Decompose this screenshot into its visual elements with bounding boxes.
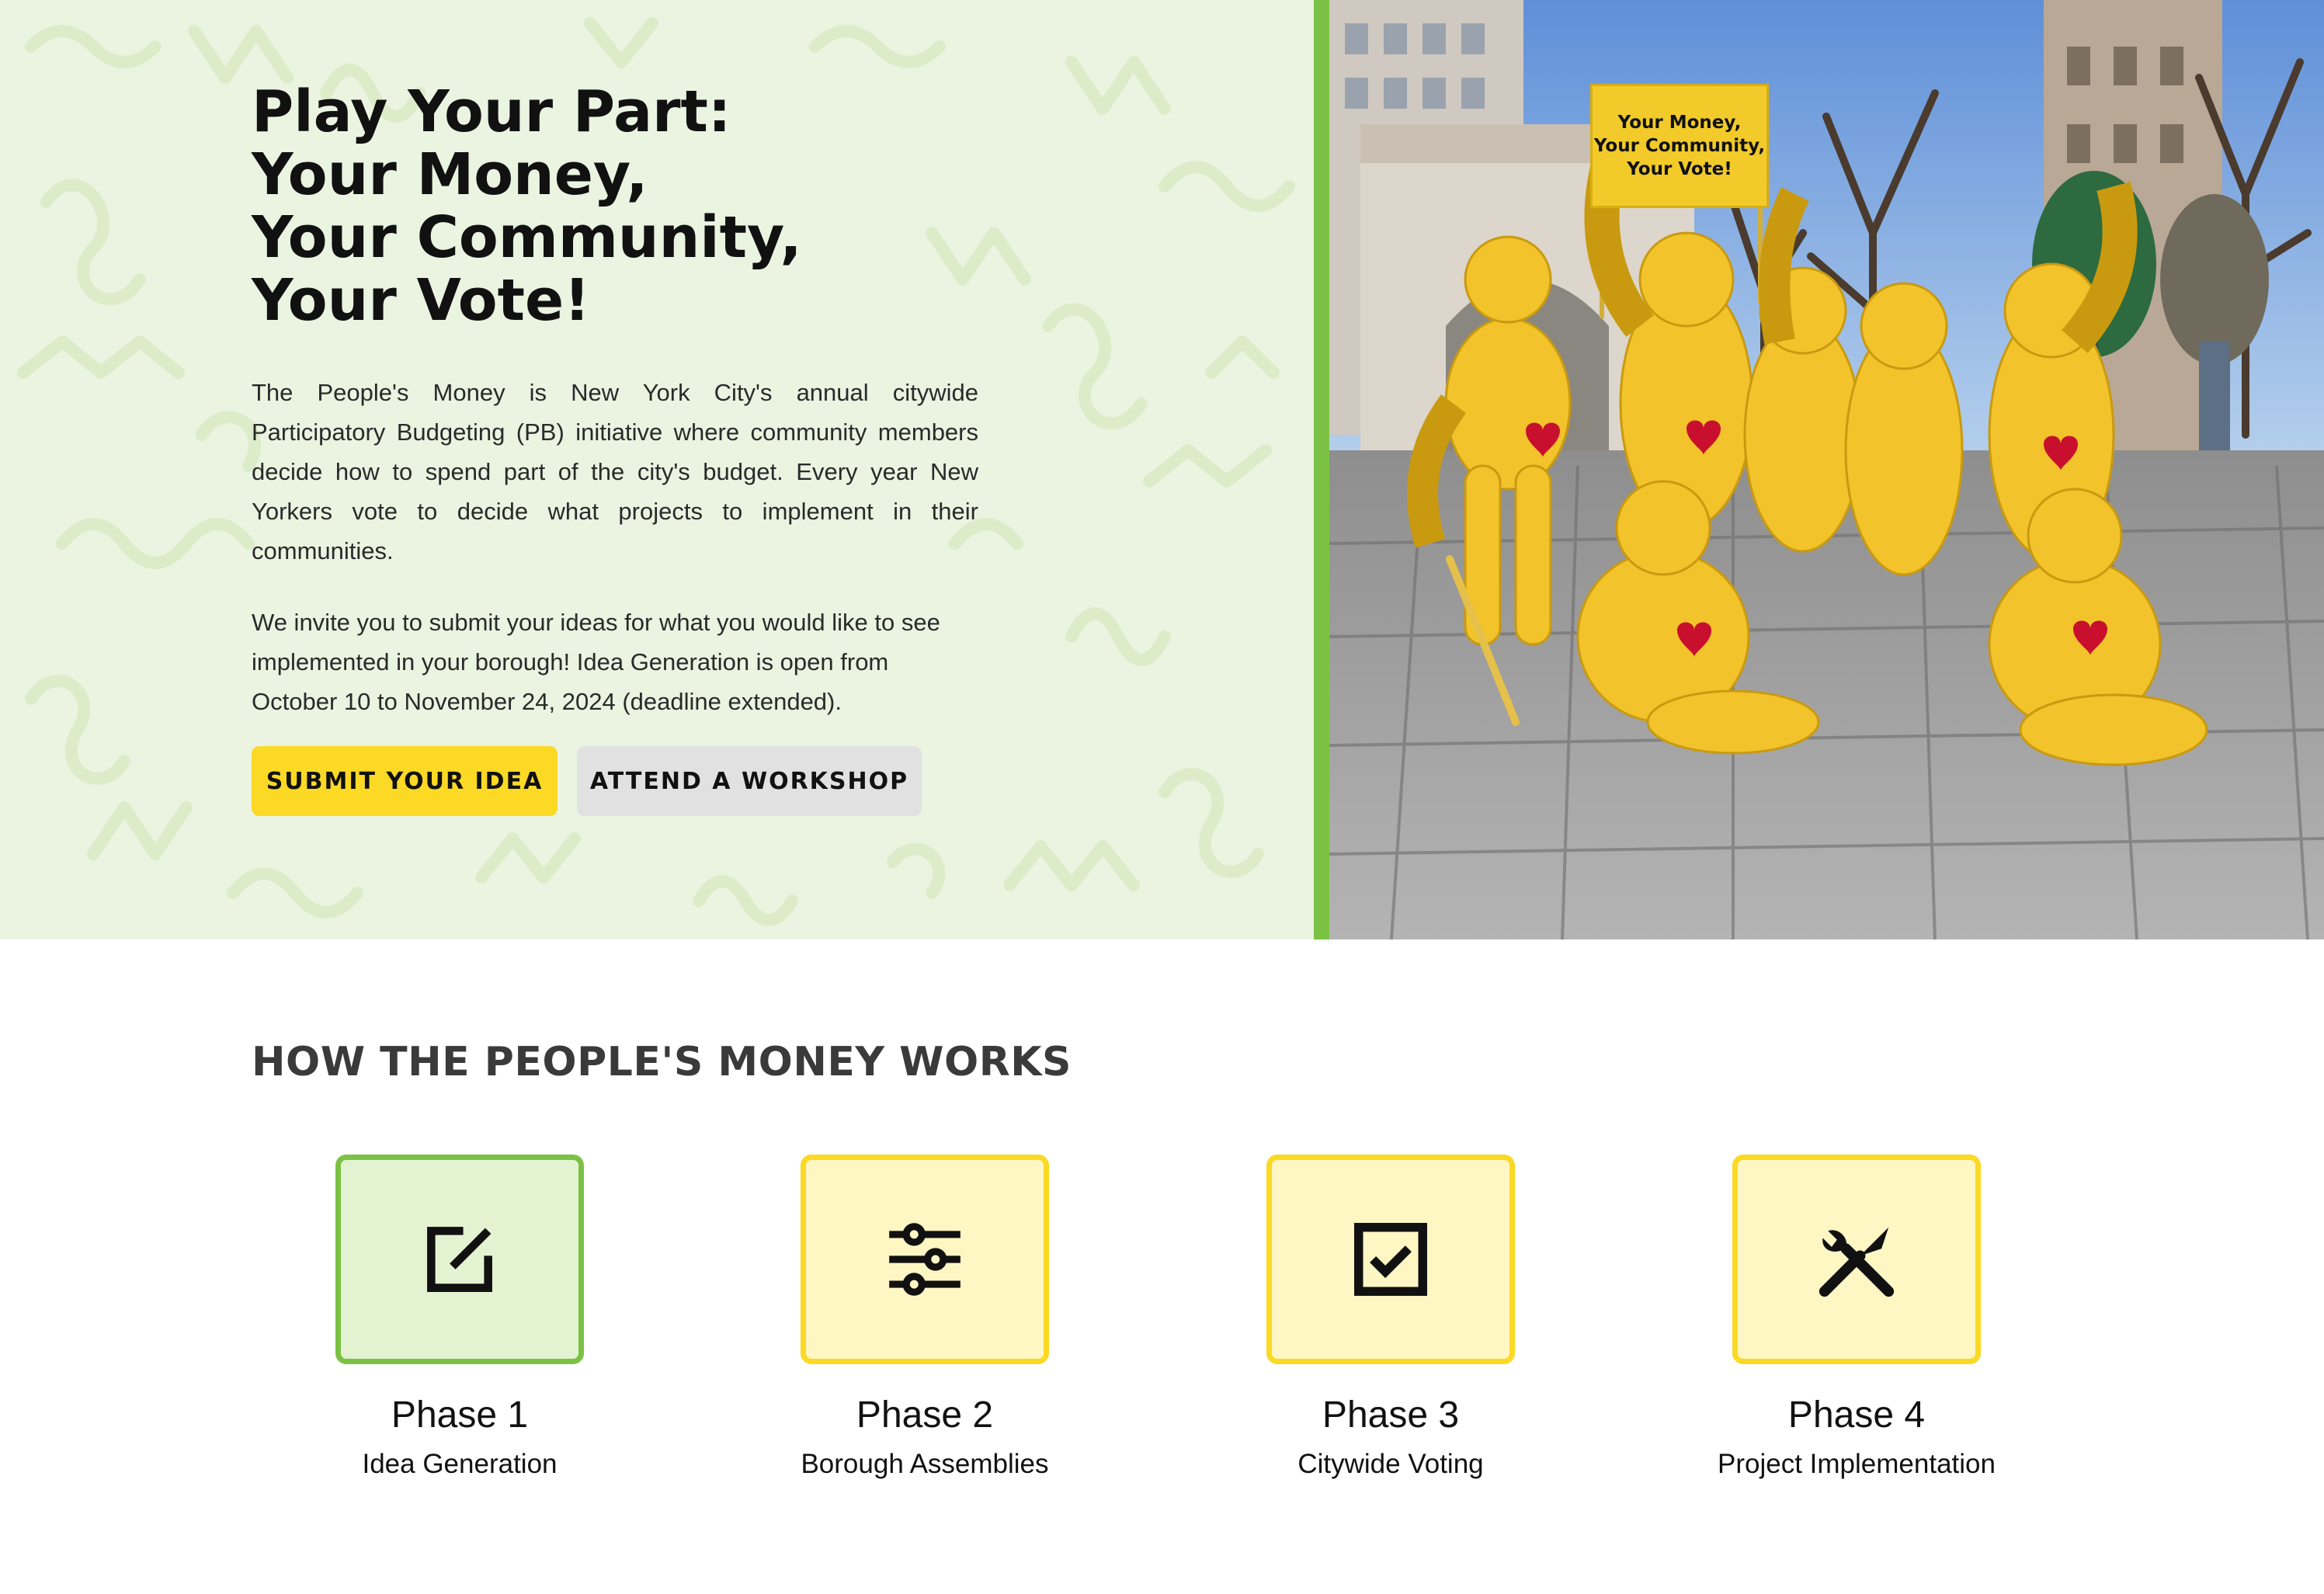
protest-sign: Your Money, Your Community, Your Vote! [1590, 84, 1769, 208]
phase-3-number: Phase 3 [1322, 1394, 1460, 1436]
phase-1-name: Idea Generation [362, 1449, 558, 1479]
submit-idea-button[interactable]: SUBMIT YOUR IDEA [252, 746, 558, 816]
phase-card-2[interactable]: Phase 2 Borough Assemblies [738, 1155, 1111, 1480]
phase-2-icon-box[interactable] [801, 1155, 1049, 1364]
phase-3-icon-box[interactable] [1266, 1155, 1515, 1364]
hero-description: The People's Money is New York City's an… [252, 379, 978, 564]
phase-card-4[interactable]: Phase 4 Project Implementation [1670, 1155, 2043, 1480]
hero-section: Play Your Part: Your Money, Your Communi… [0, 0, 2324, 939]
phase-4-name: Project Implementation [1718, 1449, 1996, 1479]
phase-1-number: Phase 1 [391, 1394, 529, 1436]
hero-invitation: We invite you to submit your ideas for w… [252, 609, 940, 715]
phase-4-number: Phase 4 [1787, 1394, 1926, 1436]
attend-workshop-button[interactable]: ATTEND A WORKSHOP [577, 746, 922, 816]
checkbox-icon [1354, 1223, 1427, 1296]
edit-icon [427, 1227, 492, 1292]
tools-icon [1819, 1227, 1895, 1297]
sign-line-2: Your Community, [1593, 136, 1766, 156]
hero-title-line-1: Play Your Part: [252, 78, 731, 145]
hero-text-panel: Play Your Part: Your Money, Your Communi… [0, 0, 1314, 939]
hero-title-line-2: Your Money, [252, 141, 648, 208]
phase-2-number: Phase 2 [856, 1394, 994, 1436]
section-title: HOW THE PEOPLE'S MONEY WORKS [252, 1039, 1072, 1085]
phase-4-icon-box[interactable] [1732, 1155, 1981, 1364]
phase-card-1[interactable]: Phase 1 Idea Generation [273, 1155, 646, 1480]
phase-3-name: Citywide Voting [1297, 1449, 1484, 1479]
clay-figures-illustration [1329, 0, 2324, 939]
sign-line-3: Your Vote! [1627, 159, 1732, 179]
phase-2-name: Borough Assemblies [801, 1449, 1049, 1479]
hero-divider [1314, 0, 1329, 939]
phase-card-3[interactable]: Phase 3 Citywide Voting [1204, 1155, 1577, 1480]
phase-1-icon-box[interactable] [335, 1155, 584, 1364]
hero-photo: Your Money, Your Community, Your Vote! [1329, 0, 2324, 939]
hero-title-line-3: Your Community, [252, 204, 802, 271]
sliders-icon [889, 1223, 961, 1296]
hero-title-line-4: Your Vote! [252, 267, 590, 334]
hero-title: Play Your Part: Your Money, Your Communi… [252, 81, 1028, 332]
sign-line-1: Your Money, [1617, 113, 1742, 133]
